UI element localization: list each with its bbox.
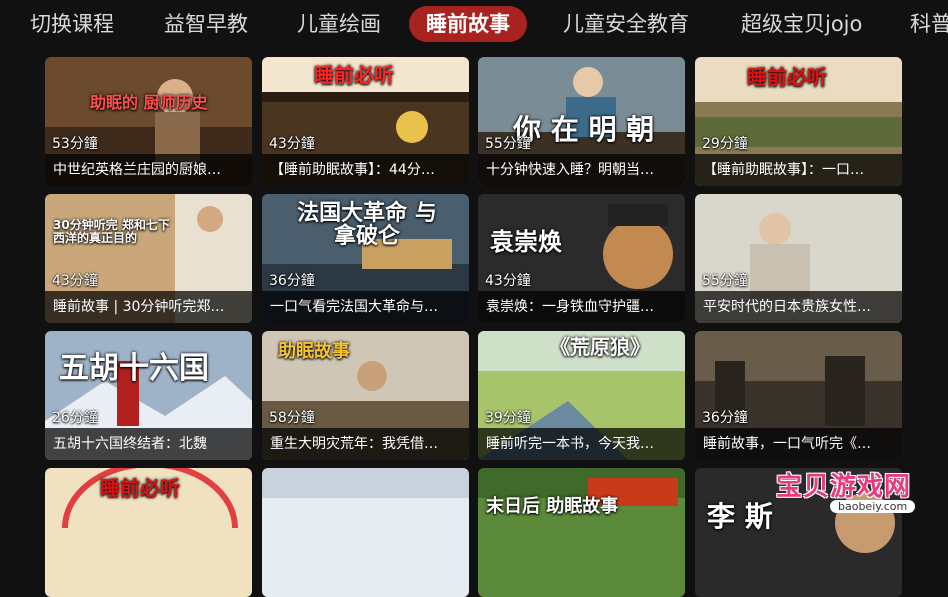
duration-label: 39分鐘: [485, 410, 531, 426]
video-card[interactable]: 法国大革命 与 拿破仑 36分鐘 一口气看完法国大革命与…: [262, 194, 469, 323]
video-title: 睡前故事 | 30分钟听完郑…: [45, 291, 252, 323]
watermark-url: baobeiy.com: [830, 500, 916, 513]
duration-label: 26分鐘: [52, 410, 98, 426]
video-title: 五胡十六国终结者：北魏: [45, 428, 252, 460]
video-card[interactable]: 55分鐘 平安时代的日本贵族女性…: [695, 194, 902, 323]
thumbnail-title-text: 睡前必听: [100, 476, 180, 500]
site-watermark-logo: 宝贝游戏网 baobeiy.com: [770, 462, 948, 533]
duration-label: 55分鐘: [485, 136, 531, 152]
video-title: 【睡前助眠故事】：44分…: [262, 154, 469, 186]
video-card[interactable]: 36分鐘 睡前故事，一口气听完《…: [695, 331, 902, 460]
video-card[interactable]: 助眠的 厨师历史 53分鐘 中世纪英格兰庄园的厨娘…: [45, 57, 252, 186]
thumbnail-title-text: 五胡十六国: [59, 351, 209, 386]
video-title: 睡前听完一本书，今天我…: [478, 428, 685, 460]
video-grid: 助眠的 厨师历史 53分鐘 中世纪英格兰庄园的厨娘… 睡前必听 43分鐘 【睡前…: [0, 0, 948, 597]
thumbnail-title-text: 睡前必听: [314, 63, 394, 87]
thumbnail-title-text: 末日后 助眠故事: [486, 496, 619, 517]
video-card[interactable]: 睡前必听 43分鐘 【睡前助眠故事】：44分…: [262, 57, 469, 186]
duration-label: 55分鐘: [702, 273, 748, 289]
video-title: 平安时代的日本贵族女性…: [695, 291, 902, 323]
thumbnail-title-text: 法国大革命 与 拿破仑: [297, 201, 437, 250]
thumbnail-title-text: 你 在 明 朝: [513, 113, 655, 146]
duration-label: 36分鐘: [269, 273, 315, 289]
thumbnail-title-text: 助眠的 厨师历史: [90, 93, 208, 112]
video-card[interactable]: 睡前必听 29分鐘 【睡前助眠故事】：一口…: [695, 57, 902, 186]
video-title: 十分钟快速入睡？明朝当…: [478, 154, 685, 186]
video-card[interactable]: 袁崇焕 43分鐘 袁崇焕：一身铁血守护疆…: [478, 194, 685, 323]
video-card[interactable]: 五胡十六国 26分鐘 五胡十六国终结者：北魏: [45, 331, 252, 460]
video-card[interactable]: 《荒原狼》 39分鐘 睡前听完一本书，今天我…: [478, 331, 685, 460]
watermark-text: 宝贝游戏网: [776, 472, 912, 502]
video-card[interactable]: 30分钟听完 郑和七下西洋的真正目的 43分鐘 睡前故事 | 30分钟听完郑…: [45, 194, 252, 323]
video-title: 袁崇焕：一身铁血守护疆…: [478, 291, 685, 323]
thumbnail-title-text: 袁崇焕: [490, 228, 562, 256]
duration-label: 36分鐘: [702, 410, 748, 426]
video-card[interactable]: 你 在 明 朝 55分鐘 十分钟快速入睡？明朝当…: [478, 57, 685, 186]
thumbnail-title-text: 30分钟听完 郑和七下西洋的真正目的: [53, 218, 170, 245]
thumbnail-title-text: 助眠故事: [278, 341, 350, 362]
duration-label: 43分鐘: [269, 136, 315, 152]
duration-label: 29分鐘: [702, 136, 748, 152]
video-title: 中世纪英格兰庄园的厨娘…: [45, 154, 252, 186]
duration-label: 43分鐘: [485, 273, 531, 289]
duration-label: 53分鐘: [52, 136, 98, 152]
video-title: 【睡前助眠故事】：一口…: [695, 154, 902, 186]
video-title: 一口气看完法国大革命与…: [262, 291, 469, 323]
thumbnail-title-text: 《荒原狼》: [550, 335, 650, 359]
duration-label: 43分鐘: [52, 273, 98, 289]
video-title: 睡前故事，一口气听完《…: [695, 428, 902, 460]
video-title: 重生大明灾荒年：我凭借…: [262, 428, 469, 460]
thumbnail-title-text: 李 斯: [707, 500, 773, 533]
duration-label: 58分鐘: [269, 410, 315, 426]
thumbnail-title-text: 睡前必听: [747, 65, 827, 89]
video-card[interactable]: 助眠故事 58分鐘 重生大明灾荒年：我凭借…: [262, 331, 469, 460]
